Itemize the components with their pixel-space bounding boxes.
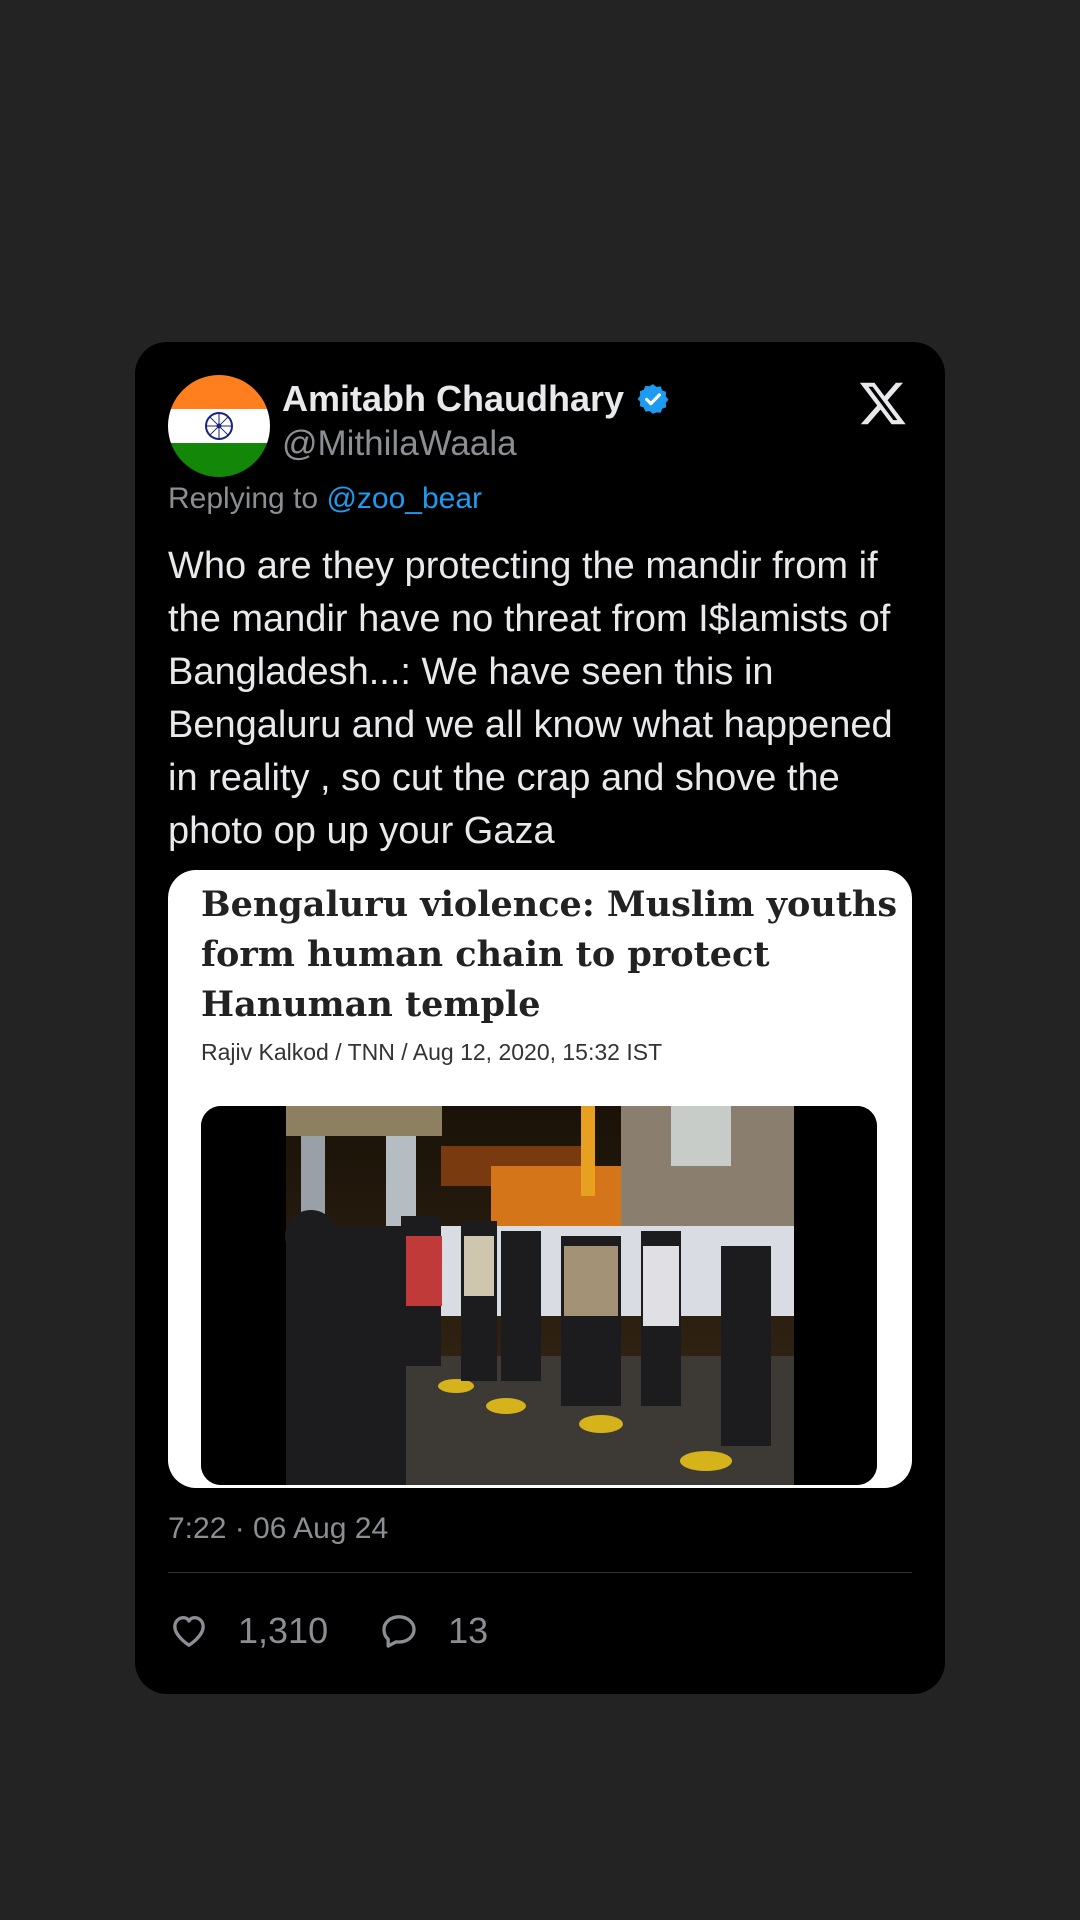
x-logo-icon[interactable] bbox=[857, 378, 909, 428]
replying-mention-link[interactable]: @zoo_bear bbox=[326, 482, 482, 515]
embedded-news-card[interactable]: Bengaluru violence: Muslim youths form h… bbox=[168, 870, 912, 1488]
divider bbox=[168, 1572, 912, 1573]
like-count: 1,310 bbox=[238, 1610, 329, 1651]
news-headline: Bengaluru violence: Muslim youths form h… bbox=[201, 884, 898, 1025]
author-row: Amitabh Chaudhary bbox=[282, 378, 670, 420]
reply-count: 13 bbox=[448, 1610, 489, 1651]
human-chain-photo bbox=[201, 1106, 877, 1485]
post-timestamp: 7:22 · 06 Aug 24 bbox=[168, 1512, 389, 1545]
news-byline: Rajiv Kalkod / TNN / Aug 12, 2020, 15:32… bbox=[201, 1039, 663, 1065]
news-photo[interactable] bbox=[201, 1106, 877, 1485]
heart-icon bbox=[173, 1616, 205, 1647]
replying-label: Replying to bbox=[168, 482, 327, 515]
like-button[interactable]: 1,310 bbox=[168, 1610, 328, 1652]
post-text: Who are they protecting the mandir from … bbox=[168, 545, 893, 852]
ashoka-chakra-icon bbox=[205, 412, 233, 440]
author-handle[interactable]: @MithilaWaala bbox=[282, 424, 517, 464]
comment-icon bbox=[382, 1615, 416, 1648]
verified-badge-icon bbox=[637, 384, 669, 414]
avatar[interactable] bbox=[168, 375, 270, 477]
author-name[interactable]: Amitabh Chaudhary bbox=[282, 378, 624, 420]
action-bar: 1,310 13 bbox=[168, 1610, 538, 1652]
replying-to: Replying to @zoo_bear bbox=[168, 482, 482, 516]
reply-button[interactable]: 13 bbox=[378, 1610, 488, 1652]
post-card: Amitabh Chaudhary @MithilaWaala Replying… bbox=[135, 342, 945, 1694]
